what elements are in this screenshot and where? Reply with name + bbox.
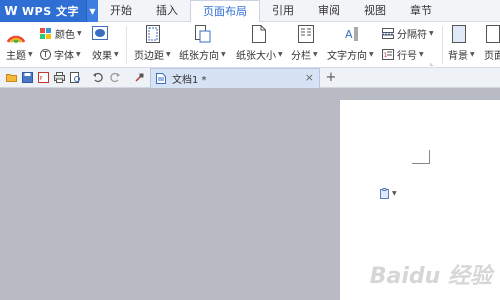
margins-icon[interactable] <box>146 25 160 43</box>
text-direction-icon[interactable]: A <box>343 25 359 43</box>
title-bar: W WPS 文字 ▼ 开始 插入 页面布局 引用 审阅 视图 章节 <box>0 0 500 23</box>
tab-view[interactable]: 视图 <box>352 0 398 22</box>
redo-icon[interactable] <box>110 72 121 83</box>
effect-button[interactable]: 效果 ▼ <box>92 47 119 62</box>
text-direction-label: 文字方向 <box>327 51 367 62</box>
theme-label: 主题 <box>6 51 26 62</box>
columns-button[interactable]: 分栏 ▼ <box>291 47 318 62</box>
svg-text:1: 1 <box>384 52 388 59</box>
background-icon[interactable] <box>452 25 466 43</box>
dialog-launcher-icon[interactable]: ⌞ <box>430 59 433 67</box>
theme-button[interactable]: 主题 ▼ <box>6 47 33 62</box>
app-menu-button[interactable]: W WPS 文字 ▼ <box>0 0 98 22</box>
orientation-button[interactable]: 纸张方向 ▼ <box>179 47 226 62</box>
watermark: Baidu 经验 <box>369 264 492 289</box>
print-preview-icon[interactable] <box>70 72 81 83</box>
line-numbers-label: 行号 <box>397 51 417 62</box>
undo-icon[interactable] <box>92 72 103 83</box>
color-label: 颜色 <box>55 30 75 41</box>
format-painter-icon[interactable] <box>134 72 145 83</box>
margin-corner-marker <box>412 150 430 164</box>
svg-text:P: P <box>40 76 43 82</box>
app-dropdown-icon[interactable]: ▼ <box>86 0 98 22</box>
line-numbers-icon: 1 <box>382 49 394 60</box>
breaks-label: 分隔符 <box>397 30 427 41</box>
line-numbers-button[interactable]: 1 行号 ▼ <box>382 47 424 62</box>
wps-logo-icon: W <box>4 4 18 18</box>
svg-text:A: A <box>345 28 353 41</box>
background-label: 背景 <box>448 51 468 62</box>
breaks-icon <box>382 28 394 39</box>
effect-label: 效果 <box>92 51 112 62</box>
color-palette-icon <box>40 27 51 39</box>
document-canvas[interactable]: ▼ Baidu 经验 <box>0 88 500 300</box>
font-label: 字体 <box>54 51 74 62</box>
new-tab-button[interactable]: + <box>324 68 338 88</box>
document-icon <box>156 73 166 84</box>
font-button[interactable]: T 字体 ▼ <box>40 47 81 62</box>
tab-review[interactable]: 审阅 <box>306 0 352 22</box>
paper-size-label: 纸张大小 <box>236 51 276 62</box>
close-icon[interactable]: × <box>305 71 314 84</box>
font-icon: T <box>40 49 51 60</box>
tab-page-layout[interactable]: 页面布局 <box>190 0 260 23</box>
ribbon-divider <box>126 26 127 64</box>
theme-icon[interactable] <box>6 26 26 44</box>
paper-size-icon[interactable] <box>252 25 266 43</box>
tab-home[interactable]: 开始 <box>98 0 144 22</box>
color-button[interactable]: 颜色 ▼ <box>40 26 82 41</box>
page-border-button[interactable]: 页面 <box>484 47 500 62</box>
document-tab-label: 文档1 * <box>172 75 207 86</box>
tab-references[interactable]: 引用 <box>260 0 306 22</box>
paper-size-button[interactable]: 纸张大小 ▼ <box>236 47 283 62</box>
tab-insert[interactable]: 插入 <box>144 0 190 22</box>
page-border-icon[interactable] <box>486 25 500 43</box>
export-pdf-icon[interactable]: P <box>38 72 49 83</box>
app-name: WPS 文字 <box>22 5 79 18</box>
page-border-label: 页面 <box>484 51 500 62</box>
columns-label: 分栏 <box>291 51 311 62</box>
paste-options-icon[interactable]: ▼ <box>380 188 397 199</box>
open-folder-icon[interactable] <box>6 72 17 83</box>
ribbon-page-layout: 主题 ▼ 颜色 ▼ T 字体 ▼ 效果 ▼ 页边距 ▼ 纸张方向 ▼ 纸张大小 ▼ 分栏 ▼ <box>0 22 500 68</box>
background-button[interactable]: 背景 ▼ <box>448 47 475 62</box>
text-direction-button[interactable]: 文字方向 ▼ <box>327 47 374 62</box>
print-icon[interactable] <box>54 72 65 83</box>
save-icon[interactable] <box>22 72 33 83</box>
ribbon-divider <box>442 26 443 64</box>
effect-icon[interactable] <box>92 26 108 40</box>
menu-tabs: 开始 插入 页面布局 引用 审阅 视图 章节 <box>98 0 444 23</box>
breaks-button[interactable]: 分隔符 ▼ <box>382 26 434 41</box>
columns-icon[interactable] <box>298 25 314 43</box>
tab-section[interactable]: 章节 <box>398 0 444 22</box>
margins-button[interactable]: 页边距 ▼ <box>134 47 171 62</box>
margins-label: 页边距 <box>134 51 164 62</box>
document-tab[interactable]: 文档1 * × <box>150 68 320 88</box>
orientation-label: 纸张方向 <box>179 51 219 62</box>
orientation-icon[interactable] <box>195 25 211 43</box>
